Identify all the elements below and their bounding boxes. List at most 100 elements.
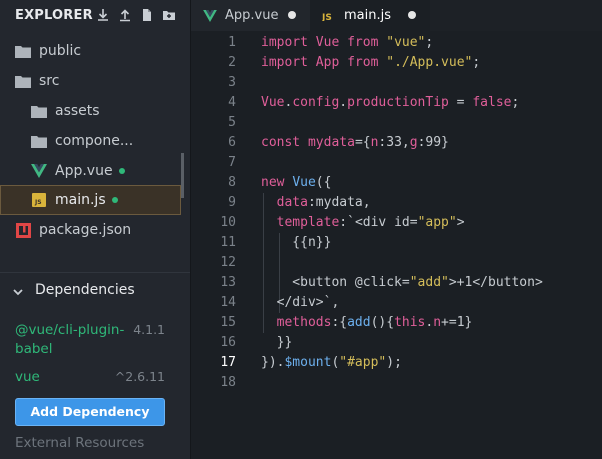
- line-number: 2: [228, 55, 236, 70]
- tree-item-components[interactable]: compone...: [0, 126, 181, 156]
- tab-label: App.vue: [225, 8, 279, 23]
- line-number: 6: [228, 135, 236, 150]
- dependency-name[interactable]: @vue/cli-plugin- babel: [15, 321, 124, 359]
- line-number: 17: [220, 355, 236, 370]
- code-token: .: [339, 95, 348, 110]
- code-line: const mydata={n:33,g:99}: [261, 133, 449, 153]
- line-number: 9: [228, 195, 236, 210]
- dependencies-title: Dependencies: [35, 282, 135, 298]
- add-dependency-button[interactable]: Add Dependency: [15, 398, 165, 426]
- line-number: 7: [228, 155, 236, 170]
- code-token: template: [276, 215, 340, 230]
- modified-indicator: [118, 168, 125, 174]
- code-token: const: [261, 135, 308, 150]
- code-token: from: [347, 35, 387, 50]
- code-line: }}: [261, 333, 293, 353]
- code-token: :99}: [417, 135, 449, 150]
- new-file-icon[interactable]: [140, 8, 154, 22]
- unsaved-dot[interactable]: [408, 11, 416, 19]
- line-number: 4: [228, 95, 236, 110]
- code-token: :33,: [378, 135, 410, 150]
- code-token: </div>`,: [261, 295, 340, 310]
- code-token: "app": [417, 215, 457, 230]
- code-token: =: [448, 95, 473, 110]
- code-token: productionTip: [347, 95, 449, 110]
- tree-item-src[interactable]: src: [0, 66, 181, 96]
- editor-tabbar: App.vue JS main.js: [191, 0, 602, 31]
- code-line: template:`<div id="app">: [261, 213, 465, 233]
- tab-app-vue[interactable]: App.vue: [191, 0, 310, 31]
- line-number: 10: [220, 215, 236, 230]
- tree-item-label: main.js: [55, 192, 106, 208]
- dependency-version: 4.1.1: [133, 322, 165, 337]
- line-number: 15: [220, 315, 236, 330]
- code-token: App: [315, 55, 348, 70]
- code-token: ;: [472, 55, 481, 70]
- code-token: ={: [354, 135, 371, 150]
- line-number: 5: [228, 115, 236, 130]
- code-token: Vue: [261, 95, 285, 110]
- code-token: n: [433, 315, 442, 330]
- code-line: {{n}}: [261, 233, 331, 253]
- line-number: 14: [220, 295, 236, 310]
- tree-item-package-json[interactable]: package.json: [0, 215, 181, 245]
- code-line: </div>`,: [261, 293, 340, 313]
- code-token: "add": [409, 275, 449, 290]
- code-token: ;: [425, 35, 434, 50]
- new-folder-icon[interactable]: [162, 8, 176, 22]
- code-token: +=1}: [441, 315, 473, 330]
- code-token: $mount: [284, 355, 332, 370]
- tree-item-app-vue[interactable]: App.vue: [0, 156, 181, 186]
- code-token: (){: [370, 315, 395, 330]
- code-token: "#app": [339, 355, 387, 370]
- code-line: import Vue from "vue";: [261, 33, 433, 53]
- line-number: 1: [228, 35, 236, 50]
- folder-icon: [31, 103, 47, 119]
- code-line: new Vue({: [261, 173, 331, 193]
- code-token: >: [456, 215, 465, 230]
- tree-item-label: package.json: [39, 222, 132, 238]
- tab-main-js[interactable]: JS main.js: [310, 0, 430, 31]
- vue-icon: [31, 163, 47, 179]
- code-token: add: [347, 315, 371, 330]
- code-editor[interactable]: 1 2 3 4 5 6 7 8 9 10 11 12 13 14 15 16 1…: [191, 31, 602, 459]
- folder-icon: [31, 133, 47, 149]
- code-line: Vue.config.productionTip = false;: [261, 93, 519, 113]
- folder-icon: [15, 73, 31, 89]
- code-token: new: [261, 175, 293, 190]
- code-token: Vue: [315, 35, 348, 50]
- dependency-name[interactable]: vue: [15, 368, 40, 387]
- tree-item-public[interactable]: public: [0, 36, 181, 66]
- code-token: false: [472, 95, 512, 110]
- code-line: <button @click="add">+1</button>: [261, 273, 542, 293]
- npm-icon: [15, 222, 31, 238]
- svg-text:JS: JS: [322, 13, 332, 21]
- code-token: );: [386, 355, 402, 370]
- code-token: config: [292, 95, 340, 110]
- chevron-down-icon: [12, 283, 24, 302]
- svg-text:JS: JS: [34, 199, 42, 206]
- js-icon: JS: [322, 9, 338, 23]
- js-icon: JS: [31, 192, 47, 208]
- code-line: import App from "./App.vue";: [261, 53, 480, 73]
- tree-item-assets[interactable]: assets: [0, 96, 181, 126]
- line-number: 13: [220, 275, 236, 290]
- code-token: }).: [261, 355, 285, 370]
- unsaved-dot[interactable]: [288, 11, 296, 19]
- code-token: :: [307, 195, 316, 210]
- line-number: 16: [220, 335, 236, 350]
- dependencies-header[interactable]: Dependencies: [0, 272, 190, 306]
- explorer-title: EXPLORER: [15, 8, 93, 23]
- tree-item-main-js[interactable]: JS main.js: [0, 185, 181, 215]
- download-icon[interactable]: [96, 8, 110, 22]
- external-resources-header[interactable]: External Resources: [15, 435, 144, 451]
- code-token: ({: [315, 175, 332, 190]
- sidebar-scrollbar[interactable]: [181, 153, 184, 198]
- code-token: from: [347, 55, 387, 70]
- upload-icon[interactable]: [118, 8, 132, 22]
- code-token: import: [261, 55, 316, 70]
- code-token: mydata,: [315, 195, 371, 210]
- tree-item-label: public: [39, 43, 82, 59]
- code-token: g: [409, 135, 418, 150]
